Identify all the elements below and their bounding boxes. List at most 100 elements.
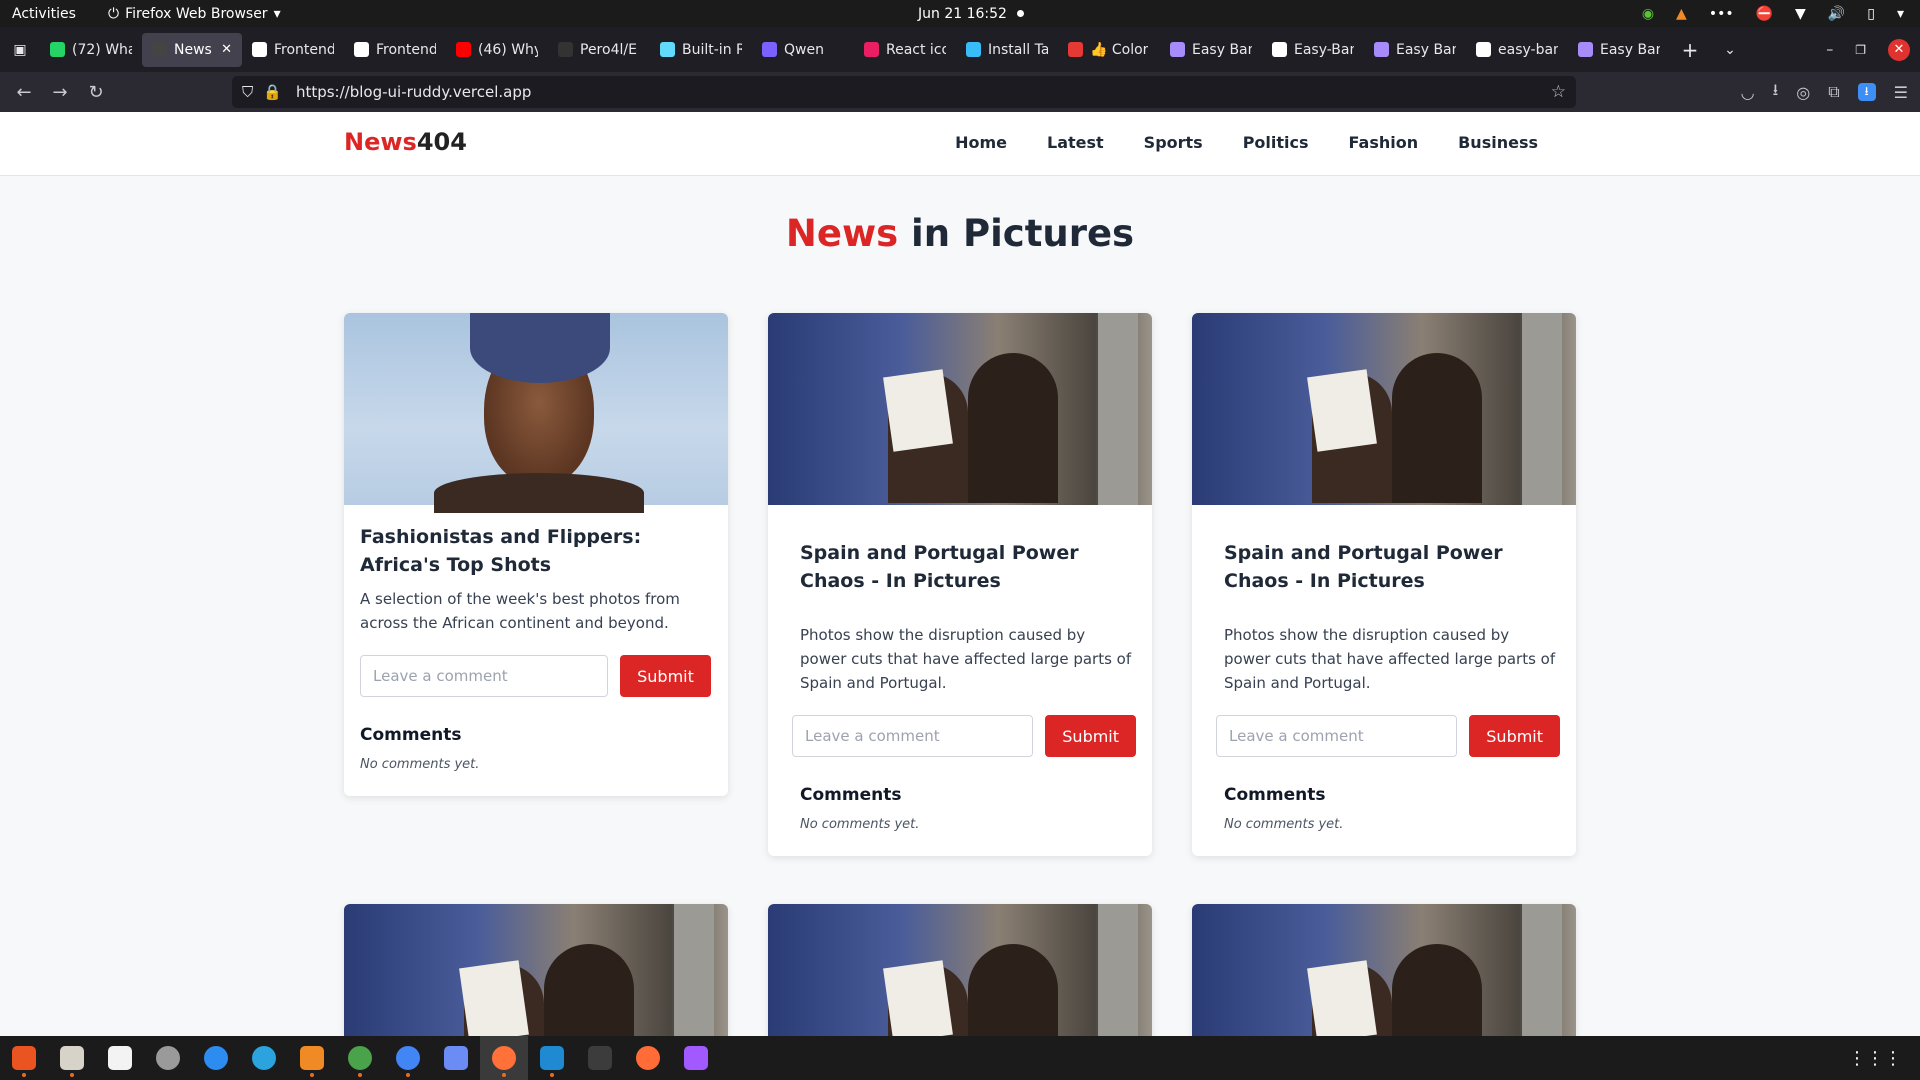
comment-input[interactable] — [792, 715, 1034, 757]
tab[interactable]: News 404 ✕ — [142, 32, 242, 67]
vlc-icon[interactable] — [288, 1036, 336, 1080]
nav-home[interactable]: Home — [955, 133, 1007, 152]
hamburger-menu-icon[interactable]: ☰ — [1894, 83, 1908, 102]
wifi-icon[interactable]: ▼ — [1795, 6, 1806, 22]
download-extension-icon[interactable]: ⭳ — [1857, 83, 1876, 101]
app-center-icon[interactable] — [0, 1036, 48, 1080]
back-icon[interactable]: ← — [6, 82, 42, 103]
comments-heading: Comments — [360, 725, 462, 745]
help-icon[interactable] — [192, 1036, 240, 1080]
close-tab-icon[interactable]: ✕ — [221, 42, 232, 57]
submit-button[interactable]: Submit — [1045, 715, 1136, 757]
vscode-icon[interactable] — [528, 1036, 576, 1080]
activities-button[interactable]: Activities — [12, 6, 76, 22]
color-picker-icon[interactable]: ◉ — [1642, 6, 1654, 22]
app-name: Firefox Web Browser — [125, 5, 268, 22]
site-header: News404 Home Latest Sports Politics Fash… — [0, 112, 1920, 176]
nav-sports[interactable]: Sports — [1144, 133, 1203, 152]
tab[interactable]: (46) Why — [446, 33, 548, 67]
tab[interactable]: Install Ta — [956, 33, 1058, 67]
card-image — [768, 904, 1152, 1036]
news-card — [1192, 904, 1576, 1036]
comments-heading: Comments — [800, 785, 902, 805]
submit-button[interactable]: Submit — [1469, 715, 1560, 757]
card-description: Photos show the disruption caused by pow… — [1224, 626, 1556, 692]
shield-icon[interactable]: ⛉ — [242, 83, 253, 101]
nav-latest[interactable]: Latest — [1047, 133, 1104, 152]
news-card: Spain and Portugal Power Chaos - In Pict… — [1192, 313, 1576, 856]
window-controls: – ❐ ✕ — [1826, 27, 1920, 72]
postman-icon[interactable] — [624, 1036, 672, 1080]
site-logo[interactable]: News404 — [344, 128, 467, 156]
tab-favicon-icon — [1068, 42, 1083, 57]
battery-icon[interactable]: ▯ — [1867, 6, 1875, 22]
tab[interactable]: Qwen — [752, 33, 854, 67]
nav-business[interactable]: Business — [1458, 133, 1538, 152]
tab[interactable]: (72) Wha — [40, 33, 142, 67]
reload-icon[interactable]: ↻ — [78, 82, 114, 103]
card-title: Spain and Portugal Power Chaos - In Pict… — [1224, 542, 1503, 592]
settings-icon[interactable] — [144, 1036, 192, 1080]
downloads-icon[interactable]: ⭳ — [1773, 79, 1779, 106]
tab-favicon-icon — [252, 42, 267, 57]
tab-label: Install Ta — [988, 41, 1048, 58]
news-card — [768, 904, 1152, 1036]
power-icon[interactable]: ▾ — [1897, 6, 1904, 22]
close-window-icon[interactable]: ✕ — [1888, 38, 1910, 61]
notification-dot-icon — [1016, 10, 1024, 17]
tab[interactable]: Pero4l/E — [548, 33, 650, 67]
nav-politics[interactable]: Politics — [1243, 133, 1309, 152]
volume-icon[interactable]: 🔊 — [1828, 6, 1845, 22]
show-apps-icon[interactable]: ⋮⋮⋮ — [1848, 1048, 1902, 1069]
tab[interactable]: 👍 Color — [1058, 33, 1160, 67]
lock-icon[interactable]: 🔒 — [263, 83, 282, 101]
comment-input[interactable] — [1216, 715, 1458, 757]
restore-icon[interactable]: ❐ — [1855, 43, 1866, 57]
tab[interactable]: Easy Ban — [1568, 33, 1670, 67]
tab[interactable]: Easy-Ban — [1262, 33, 1364, 67]
text-editor-icon[interactable] — [96, 1036, 144, 1080]
tab-list-dropdown-icon[interactable]: ⌄ — [1710, 42, 1750, 58]
submit-button[interactable]: Submit — [620, 655, 711, 697]
news-card: Fashionistas and Flippers: Africa's Top … — [344, 313, 728, 796]
clock[interactable]: Jun 21 16:52 — [918, 6, 1024, 22]
telegram-icon[interactable] — [240, 1036, 288, 1080]
do-not-disturb-icon[interactable]: ⛔ — [1756, 6, 1773, 22]
forward-icon[interactable]: → — [42, 82, 78, 103]
new-tab-button[interactable]: + — [1670, 38, 1710, 62]
tab-favicon-icon — [864, 42, 879, 57]
logo-red-part: News — [344, 128, 417, 156]
tab[interactable]: Frontend — [344, 33, 446, 67]
tab[interactable]: Easy Ban — [1364, 33, 1466, 67]
figma-icon[interactable] — [672, 1036, 720, 1080]
tab[interactable]: Easy Ban — [1160, 33, 1262, 67]
tab-favicon-icon — [660, 42, 675, 57]
tab-favicon-icon — [558, 42, 573, 57]
tab[interactable]: easy-ban — [1466, 33, 1568, 67]
comment-input[interactable] — [360, 655, 608, 697]
account-icon[interactable]: ◎ — [1796, 83, 1810, 102]
tab-favicon-icon — [152, 42, 167, 57]
firefox-dock-icon[interactable] — [480, 1036, 528, 1080]
app-menu[interactable]: ⏻ Firefox Web Browser ▾ — [108, 6, 281, 22]
files-icon[interactable] — [48, 1036, 96, 1080]
tab-favicon-icon — [1578, 42, 1593, 57]
vlc-tray-icon[interactable]: ▲ — [1676, 6, 1687, 22]
minimize-icon[interactable]: – — [1826, 42, 1833, 58]
system-tray[interactable]: ◉ ▲ ••• ⛔ ▼ 🔊 ▯ ▾ — [1642, 6, 1904, 22]
color-picker-app-icon[interactable] — [336, 1036, 384, 1080]
address-bar[interactable]: ⛉ 🔒 https://blog-ui-ruddy.vercel.app ☆ — [232, 76, 1576, 108]
tab-overview-icon[interactable]: ▣ — [0, 27, 40, 72]
extensions-icon[interactable]: ⧉ — [1828, 82, 1839, 102]
chrome-icon[interactable] — [384, 1036, 432, 1080]
tab[interactable]: React ico — [854, 33, 956, 67]
screenshot-icon[interactable] — [432, 1036, 480, 1080]
tab[interactable]: Frontend — [242, 33, 344, 67]
nav-fashion[interactable]: Fashion — [1349, 133, 1419, 152]
tab[interactable]: Built-in R — [650, 33, 752, 67]
pocket-icon[interactable]: ◡ — [1741, 83, 1755, 102]
more-icon[interactable]: ••• — [1709, 6, 1734, 22]
url-text[interactable]: https://blog-ui-ruddy.vercel.app — [296, 83, 531, 101]
bookmark-star-icon[interactable]: ☆ — [1551, 82, 1566, 102]
terminal-icon[interactable] — [576, 1036, 624, 1080]
